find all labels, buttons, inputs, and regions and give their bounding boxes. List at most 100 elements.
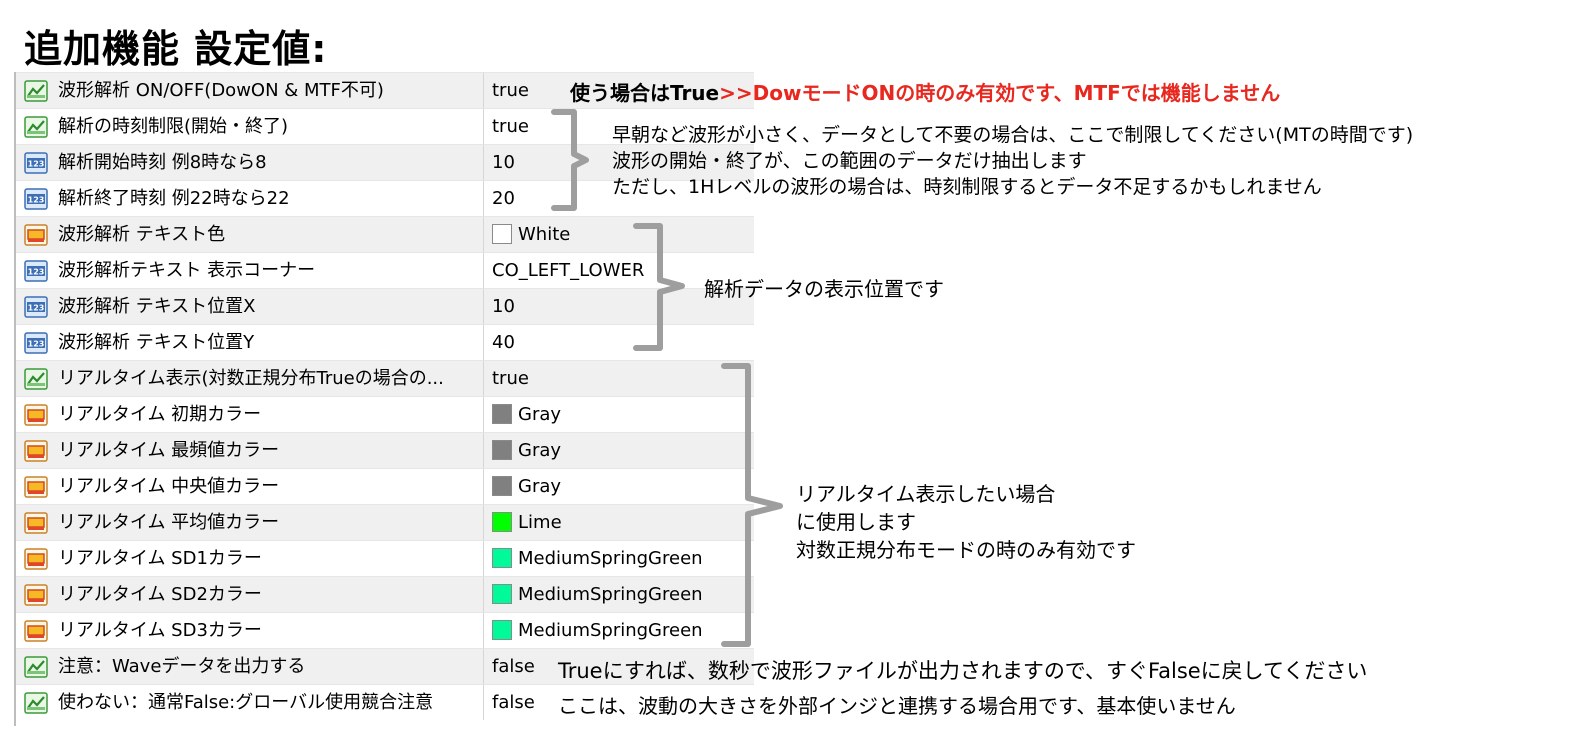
note-wave-analysis-black: 使う場合はTrue	[570, 81, 720, 105]
setting-row[interactable]: リアルタイム 最頻値カラー Gray	[16, 432, 754, 468]
svg-text:123: 123	[28, 268, 45, 277]
bool-toggle-icon	[24, 655, 48, 678]
setting-value-text: 20	[492, 188, 515, 209]
setting-value-cell[interactable]: MediumSpringGreen	[484, 541, 754, 576]
setting-name-label: 解析終了時刻 例22時なら22	[58, 188, 290, 209]
setting-row[interactable]: リアルタイム SD1カラー MediumSpringGreen	[16, 540, 754, 576]
setting-value-cell[interactable]: White	[484, 217, 754, 252]
bracket-display-position	[633, 223, 685, 351]
setting-value-cell[interactable]: Gray	[484, 433, 754, 468]
bracket-realtime	[721, 363, 783, 647]
setting-name-cell: 123 波形解析 テキスト位置Y	[16, 325, 484, 360]
setting-value-cell[interactable]: 40	[484, 325, 754, 360]
setting-name-cell: 波形解析 テキスト色	[16, 217, 484, 252]
color-palette-icon	[24, 403, 48, 426]
setting-name-cell: リアルタイム SD3カラー	[16, 613, 484, 648]
setting-name-cell: 注意：Waveデータを出力する	[16, 649, 484, 684]
color-palette-icon	[24, 511, 48, 534]
setting-name-label: 注意：Waveデータを出力する	[58, 656, 306, 677]
number-123-icon: 123	[24, 187, 48, 210]
setting-name-cell: 123 解析終了時刻 例22時なら22	[16, 181, 484, 216]
setting-value-text: false	[492, 656, 535, 677]
setting-value-cell[interactable]: Lime	[484, 505, 754, 540]
setting-name-label: 波形解析テキスト 表示コーナー	[58, 260, 316, 281]
setting-name-cell: リアルタイム SD2カラー	[16, 577, 484, 612]
bool-toggle-icon	[24, 115, 48, 138]
number-123-icon: 123	[24, 331, 48, 354]
color-palette-icon	[24, 547, 48, 570]
setting-value-text: MediumSpringGreen	[518, 620, 703, 641]
number-123-icon: 123	[24, 259, 48, 282]
setting-name-label: 波形解析 テキスト位置Y	[58, 332, 255, 353]
setting-name-label: リアルタイム 中央値カラー	[58, 476, 280, 497]
setting-value-text: 40	[492, 332, 515, 353]
setting-value-cell[interactable]: MediumSpringGreen	[484, 577, 754, 612]
setting-value-text: true	[492, 116, 529, 137]
svg-text:123: 123	[28, 196, 45, 205]
setting-row[interactable]: リアルタイム 初期カラー Gray	[16, 396, 754, 432]
note-realtime-line1: リアルタイム表示したい場合	[796, 482, 1056, 506]
setting-value-text: White	[518, 224, 571, 245]
setting-value-text: CO_LEFT_LOWER	[492, 260, 645, 281]
color-palette-icon	[24, 475, 48, 498]
setting-value-text: Gray	[518, 404, 562, 425]
note-time-limit-line1: 早朝など波形が小さく、データとして不要の場合は、ここで制限してください(MTの時…	[612, 124, 1414, 146]
setting-value-cell[interactable]: MediumSpringGreen	[484, 613, 754, 648]
setting-value-cell[interactable]: Gray	[484, 469, 754, 504]
setting-name-cell: 使わない：通常False:グローバル使用競合注意	[16, 685, 484, 720]
color-swatch	[492, 512, 512, 532]
color-swatch	[492, 584, 512, 604]
setting-name-label: リアルタイム 最頻値カラー	[58, 440, 280, 461]
color-swatch	[492, 224, 512, 244]
setting-name-cell: リアルタイム 最頻値カラー	[16, 433, 484, 468]
note-wave-analysis: 使う場合はTrue>>DowモードONの時のみ有効です、MTFでは機能しません	[570, 80, 1280, 106]
bool-toggle-icon	[24, 79, 48, 102]
number-123-icon: 123	[24, 151, 48, 174]
setting-name-label: 波形解析 テキスト位置X	[58, 296, 256, 317]
color-swatch	[492, 476, 512, 496]
setting-value-text: 10	[492, 152, 515, 173]
setting-name-label: リアルタイム 初期カラー	[58, 404, 262, 425]
color-palette-icon	[24, 439, 48, 462]
bool-toggle-icon	[24, 691, 48, 714]
bracket-time-limit	[551, 109, 589, 211]
note-time-limit-line3: ただし、1Hレベルの波形の場合は、時刻制限するとデータ不足するかもしれません	[612, 176, 1322, 198]
setting-name-cell: リアルタイム 中央値カラー	[16, 469, 484, 504]
setting-name-label: 波形解析 ON/OFF(DowON & MTF不可)	[58, 80, 384, 101]
setting-value-text: false	[492, 692, 535, 713]
setting-value-text: Lime	[518, 512, 562, 533]
page-title: 追加機能 設定値:	[24, 27, 328, 71]
setting-name-cell: 123 波形解析テキスト 表示コーナー	[16, 253, 484, 288]
setting-name-cell: 123 波形解析 テキスト位置X	[16, 289, 484, 324]
setting-row[interactable]: リアルタイム 平均値カラー Lime	[16, 504, 754, 540]
setting-value-text: true	[492, 368, 529, 389]
setting-name-cell: 波形解析 ON/OFF(DowON & MTF不可)	[16, 73, 484, 108]
setting-value-cell[interactable]: true	[484, 361, 754, 396]
setting-row[interactable]: リアルタイム表示(対数正規分布Trueの場合の... true	[16, 360, 754, 396]
note-realtime-line3: 対数正規分布モードの時のみ有効です	[796, 538, 1136, 562]
note-realtime-line2: に使用します	[796, 510, 916, 534]
svg-text:123: 123	[28, 340, 45, 349]
setting-name-cell: リアルタイム 平均値カラー	[16, 505, 484, 540]
setting-name-label: リアルタイム SD3カラー	[58, 620, 262, 641]
color-swatch	[492, 620, 512, 640]
setting-name-cell: リアルタイム 初期カラー	[16, 397, 484, 432]
note-time-limit: 早朝など波形が小さく、データとして不要の場合は、ここで制限してください(MTの時…	[612, 122, 1413, 200]
color-palette-icon	[24, 223, 48, 246]
setting-value-text: MediumSpringGreen	[518, 584, 703, 605]
setting-name-label: リアルタイム 平均値カラー	[58, 512, 280, 533]
setting-name-label: 解析開始時刻 例8時なら8	[58, 152, 267, 173]
setting-name-label: 解析の時刻制限(開始・終了)	[58, 116, 289, 137]
setting-row[interactable]: リアルタイム 中央値カラー Gray	[16, 468, 754, 504]
setting-row[interactable]: リアルタイム SD3カラー MediumSpringGreen	[16, 612, 754, 648]
setting-row[interactable]: リアルタイム SD2カラー MediumSpringGreen	[16, 576, 754, 612]
setting-name-label: リアルタイム SD1カラー	[58, 548, 262, 569]
setting-value-text: Gray	[518, 476, 562, 497]
note-wave-output: Trueにすれば、数秒で波形ファイルが出力されますので、すぐFalseに戻してく…	[558, 659, 1368, 683]
number-123-icon: 123	[24, 295, 48, 318]
color-palette-icon	[24, 619, 48, 642]
setting-value-text: Gray	[518, 440, 562, 461]
bool-toggle-icon	[24, 367, 48, 390]
note-display-position: 解析データの表示位置です	[704, 277, 944, 301]
setting-value-cell[interactable]: Gray	[484, 397, 754, 432]
